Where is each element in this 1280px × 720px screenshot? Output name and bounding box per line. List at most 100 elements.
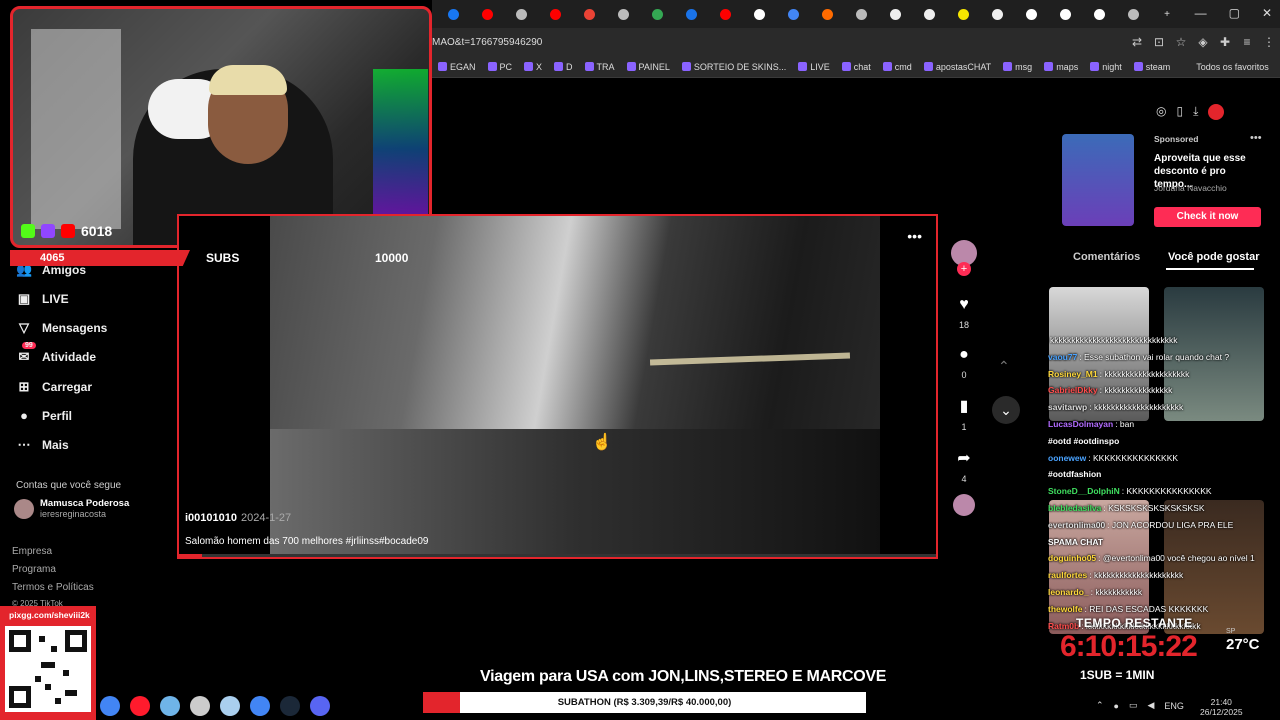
browser-tab[interactable] [608,2,638,26]
following-account[interactable]: Mamusca Poderosa ieresreginacosta [14,498,129,519]
language-indicator[interactable]: ENG [1164,701,1184,711]
files-icon[interactable] [160,696,180,716]
chevron-up-icon[interactable]: ⌃ [1096,700,1104,711]
profile-avatar-icon[interactable] [1208,104,1225,120]
video-author[interactable]: i00101010 2024-1-27 [185,512,291,524]
bookmark-item[interactable]: EGAN [438,62,476,72]
comment-button[interactable]: ● 0 [959,346,969,380]
author-name[interactable]: i00101010 [185,512,237,524]
sidebar-item-mensagens[interactable]: ▽ Mensagens [16,320,107,336]
opera-icon[interactable] [130,696,150,716]
discord-icon[interactable] [310,696,330,716]
bookmark-item[interactable]: night [1090,62,1122,72]
browser-tab[interactable] [982,2,1012,26]
browser-tab[interactable] [1118,2,1148,26]
download-icon[interactable]: ⤓ [1193,104,1198,120]
sidebar-item-perfil[interactable]: ● Perfil [16,408,72,423]
footer-link-terms[interactable]: Termos e Políticas [12,582,94,593]
save-button[interactable]: ▮ 1 [960,396,969,432]
browser-tab[interactable] [744,2,774,26]
share-button[interactable]: ➦ 4 [957,448,970,484]
bookmark-item[interactable]: chat [841,62,871,72]
close-icon[interactable]: ✕ [1262,6,1272,20]
bookmark-item[interactable]: X [524,62,542,72]
next-video-button[interactable]: ⌄ [992,396,1020,424]
new-tab-button[interactable]: + [1152,2,1182,26]
sidebar-item-live[interactable]: ▣ LIVE [16,291,69,307]
chrome-icon[interactable] [100,696,120,716]
explorer-icon[interactable] [220,696,240,716]
browser-tab[interactable] [778,2,808,26]
translate-icon[interactable]: ⇄ [1126,35,1148,49]
bookmark-item[interactable]: SORTEIO DE SKINS... [681,62,786,72]
browser-tab[interactable] [574,2,604,26]
puzzle-icon[interactable]: ✚ [1214,35,1236,49]
browser-tab[interactable] [846,2,876,26]
footer-link-program[interactable]: Programa [12,564,56,575]
chrome-icon[interactable] [250,696,270,716]
discord-bot-icon[interactable] [190,696,210,716]
maximize-icon[interactable]: ▢ [1229,6,1240,20]
phone-icon[interactable]: ▯ [1176,104,1183,120]
bookmark-item[interactable]: TRA [584,62,615,72]
sidebar-item-atividade[interactable]: ✉ Atividade 99 [16,342,96,365]
browser-tab[interactable] [710,2,740,26]
bookmark-item[interactable]: maps [1044,62,1078,72]
browser-tab[interactable] [438,2,468,26]
browser-tab[interactable] [472,2,502,26]
microphone-icon[interactable]: ● [1114,701,1119,711]
reading-list-icon[interactable]: ≡ [1236,35,1258,49]
bookmark-item[interactable]: LIVE [798,62,830,72]
volume-icon[interactable]: ◀ [1148,700,1155,711]
previous-video-icon[interactable]: ⌃ [998,358,1010,375]
url-text[interactable]: MAO&t=1766795946290 [432,37,1126,48]
browser-tab[interactable] [1084,2,1114,26]
steam-icon[interactable] [280,696,300,716]
bookmark-item[interactable]: apostasCHAT [923,62,991,72]
browser-tab[interactable] [1050,2,1080,26]
tab-comments[interactable]: Comentários [1073,251,1140,263]
subathon-progress-text: SUBATHON (R$ 3.309,39/R$ 40.000,00) [557,697,732,708]
ad-cta-button[interactable]: Check it now [1154,207,1261,227]
bookmark-item[interactable]: cmd [882,62,912,72]
music-disc-icon[interactable] [953,494,975,516]
bookmark-item[interactable]: steam [1133,62,1170,72]
ad-more-icon[interactable]: ••• [1250,132,1262,144]
browser-tab[interactable] [948,2,978,26]
ad-thumbnail[interactable] [1062,134,1134,226]
bookmark-item[interactable]: PC [487,62,512,72]
compass-icon[interactable]: ◎ [1156,104,1166,120]
docs-icon [617,8,629,20]
browser-tab[interactable] [676,2,706,26]
footer-link-company[interactable]: Empresa [12,546,52,557]
browser-tab[interactable] [540,2,570,26]
browser-tab[interactable] [914,2,944,26]
browser-tab-strip: + [432,0,1280,28]
browser-tab[interactable] [1016,2,1046,26]
ad-sponsored-label: Sponsored [1154,134,1199,144]
browser-tab[interactable] [812,2,842,26]
bookmark-item[interactable]: D [554,62,573,72]
address-bar[interactable]: MAO&t=1766795946290 ⇄ ⊡ ☆ ◈ ✚ ≡ ⋮ [432,28,1280,56]
follow-plus-icon[interactable]: + [957,262,971,276]
extension-icon[interactable]: ◈ [1192,35,1214,49]
system-clock[interactable]: 21:40 26/12/2025 [1200,697,1243,717]
sidebar-item-mais[interactable]: ⋯ Mais [16,437,69,453]
tab-suggestions[interactable]: Você pode gostar [1168,251,1259,263]
browser-tab[interactable] [506,2,536,26]
sidebar-item-carregar[interactable]: ⊞ Carregar [16,379,92,395]
star-icon[interactable]: ☆ [1170,35,1192,49]
install-icon[interactable]: ⊡ [1148,35,1170,49]
video-progress-bar[interactable] [179,554,936,557]
all-bookmarks-folder[interactable]: Todos os favoritos [1196,62,1269,72]
network-icon[interactable]: ▭ [1129,700,1138,711]
browser-tab[interactable] [880,2,910,26]
like-button[interactable]: ♥ 18 [959,296,969,330]
browser-tab[interactable] [642,2,672,26]
more-options-icon[interactable]: ••• [907,228,922,244]
bookmark-item[interactable]: PAINEL [626,62,670,72]
bookmark-icon [524,62,534,71]
minimize-icon[interactable]: — [1195,6,1207,20]
bookmark-item[interactable]: msg [1003,62,1032,72]
menu-icon[interactable]: ⋮ [1258,35,1280,49]
